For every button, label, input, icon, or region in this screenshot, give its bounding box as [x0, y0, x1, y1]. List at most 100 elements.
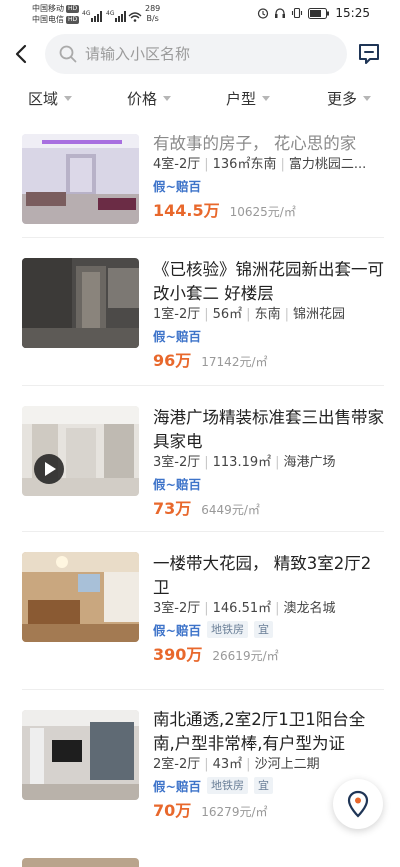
listing-community: 沙河上二期	[254, 757, 320, 772]
svg-text:4G: 4G	[82, 10, 91, 17]
guarantee-badge: 假~赔百	[153, 622, 201, 638]
listing-price-row: 390万 26619元/㎡	[153, 641, 385, 665]
listing-tags: 假~赔百	[153, 326, 385, 344]
carrier-1: 中国移动 HD	[32, 4, 80, 14]
listing-price-row: 96万 17142元/㎡	[153, 347, 385, 371]
status-right: 15:25	[257, 6, 370, 20]
listing-title: 海港广场精装标准套三出售带家具家电	[153, 408, 384, 451]
listing-tags: 假~赔百	[153, 176, 385, 194]
listing-specs: 3室-2厅 | 146.51㎡ | 澳龙名城	[153, 601, 336, 616]
listing-unit-price: 10625元/㎡	[229, 205, 296, 219]
carrier-2-hd-badge: HD	[66, 15, 80, 24]
chevron-down-icon	[363, 96, 372, 101]
listing-community: 锦洲花园	[292, 307, 345, 322]
listing-item[interactable]: 有故事的房子， 花心思的家 4室-2厅 | 136㎡东南 | 富力桃园二... 假~赔百…	[22, 130, 384, 238]
listing-unit-price: 16279元/㎡	[201, 805, 268, 819]
listing-specs: 3室-2厅 | 113.19㎡ | 海港广场	[153, 455, 336, 470]
filter-more-label: 更多	[327, 90, 358, 108]
listing-photo	[22, 258, 139, 348]
search-header	[0, 32, 400, 78]
chevron-down-icon	[64, 96, 73, 101]
listing-photo	[22, 552, 139, 642]
signal-strength-icon: 4G 4G	[82, 10, 142, 22]
listing-specs: 1室-2厅 | 56㎡ | 东南 | 锦洲花园	[153, 307, 345, 322]
filter-region[interactable]: 区域	[28, 88, 73, 109]
network-speed-unit: B/s	[146, 14, 159, 23]
guarantee-badge: 假~赔百	[153, 476, 201, 492]
filter-price[interactable]: 价格	[127, 88, 172, 109]
chevron-down-icon	[262, 96, 271, 101]
clock: 15:25	[335, 6, 370, 20]
listing-price-row: 144.5万 10625元/㎡	[153, 197, 385, 221]
listing-specs: 4室-2厅 | 136㎡东南 | 富力桃园二...	[153, 157, 367, 172]
listing-community: 海港广场	[283, 455, 336, 470]
filter-layout[interactable]: 户型	[226, 88, 271, 109]
listing-area: 43㎡	[212, 757, 243, 772]
video-play-button[interactable]	[34, 454, 64, 484]
next-listing-photo-peek	[22, 858, 139, 867]
listing-tags: 假~赔百	[153, 474, 385, 492]
filter-bar: 区域 价格 户型 更多	[0, 84, 400, 116]
network-speed: 289 B/s	[145, 4, 160, 24]
svg-text:4G: 4G	[106, 10, 115, 17]
listing-title: 有故事的房子， 花心思的家	[153, 134, 357, 153]
location-pin-icon	[347, 790, 369, 818]
filter-region-label: 区域	[28, 90, 59, 108]
map-button[interactable]	[333, 779, 383, 829]
listing-price: 96万	[153, 351, 192, 370]
listing-area: 113.19㎡	[212, 455, 272, 470]
listing-area: 136㎡	[212, 157, 251, 172]
listing-specs: 2室-2厅 | 43㎡ | 沙河上二期	[153, 757, 320, 772]
carrier-2-name: 中国电信	[32, 15, 64, 24]
chevron-down-icon	[163, 96, 172, 101]
message-icon[interactable]	[357, 42, 381, 66]
listing-community: 澳龙名城	[283, 601, 336, 616]
listing-item[interactable]: 一楼带大花园， 精致3室2厅2卫 3室-2厅 | 146.51㎡ | 澳龙名城 假~赔百…	[22, 532, 384, 690]
listing-orientation: 东南	[254, 307, 281, 322]
back-button[interactable]	[8, 40, 36, 68]
subway-tag: 地铁房	[206, 776, 248, 794]
subway-tag: 地铁房	[206, 620, 248, 638]
guarantee-badge: 假~赔百	[153, 178, 201, 194]
listing-item[interactable]: 海港广场精装标准套三出售带家具家电 3室-2厅 | 113.19㎡ | 海港广场 假~赔…	[22, 386, 384, 532]
listing-list: 有故事的房子， 花心思的家 4室-2厅 | 136㎡东南 | 富力桃园二... 假~赔百…	[22, 130, 384, 850]
listing-title: 一楼带大花园， 精致3室2厅2卫	[153, 554, 372, 597]
battery-icon	[308, 7, 330, 19]
filter-price-label: 价格	[127, 90, 158, 108]
carrier-2: 中国电信 HD	[32, 15, 80, 25]
listing-photo	[22, 134, 139, 224]
search-bar[interactable]	[45, 34, 347, 74]
suitable-tag: 宜	[253, 776, 273, 794]
listing-orientation: 东南	[250, 157, 277, 172]
listing-title: 南北通透,2室2厅1卫1阳台全南,户型非常棒,有户型为证	[153, 710, 366, 753]
listing-unit-price: 17142元/㎡	[201, 355, 268, 369]
listing-price: 144.5万	[153, 201, 220, 220]
alarm-icon	[258, 8, 269, 19]
carrier-1-hd-badge: HD	[66, 4, 80, 13]
listing-area: 56㎡	[212, 307, 243, 322]
status-bar: 中国移动 HD 中国电信 HD 4G 4G 289 B/s 15:25	[0, 0, 400, 30]
listing-photo	[22, 710, 139, 800]
listing-layout: 4室-2厅	[153, 157, 201, 172]
listing-community: 富力桃园二...	[288, 157, 367, 172]
guarantee-badge: 假~赔百	[153, 328, 201, 344]
search-icon	[59, 45, 77, 63]
listing-unit-price: 26619元/㎡	[212, 649, 279, 663]
carrier-1-name: 中国移动	[32, 4, 64, 13]
listing-layout: 2室-2厅	[153, 757, 201, 772]
network-speed-value: 289	[145, 4, 161, 13]
guarantee-badge: 假~赔百	[153, 778, 201, 794]
suitable-tag: 宜	[253, 620, 273, 638]
listing-price: 390万	[153, 645, 203, 664]
headset-icon	[275, 8, 286, 18]
vibrate-icon	[292, 7, 303, 19]
listing-unit-price: 6449元/㎡	[201, 503, 260, 517]
listing-item[interactable]: 南北通透,2室2厅1卫1阳台全南,户型非常棒,有户型为证 2室-2厅 | 43㎡ | 沙…	[22, 690, 384, 850]
listing-item[interactable]: 《已核验》锦洲花园新出套一可改小套二 好楼层 1室-2厅 | 56㎡ | 东南 | 锦洲花园…	[22, 238, 384, 386]
listing-layout: 1室-2厅	[153, 307, 201, 322]
listing-price: 70万	[153, 801, 192, 820]
listing-price: 73万	[153, 499, 192, 518]
filter-more[interactable]: 更多	[327, 88, 372, 109]
listing-area: 146.51㎡	[212, 601, 272, 616]
search-input[interactable]	[85, 42, 335, 66]
